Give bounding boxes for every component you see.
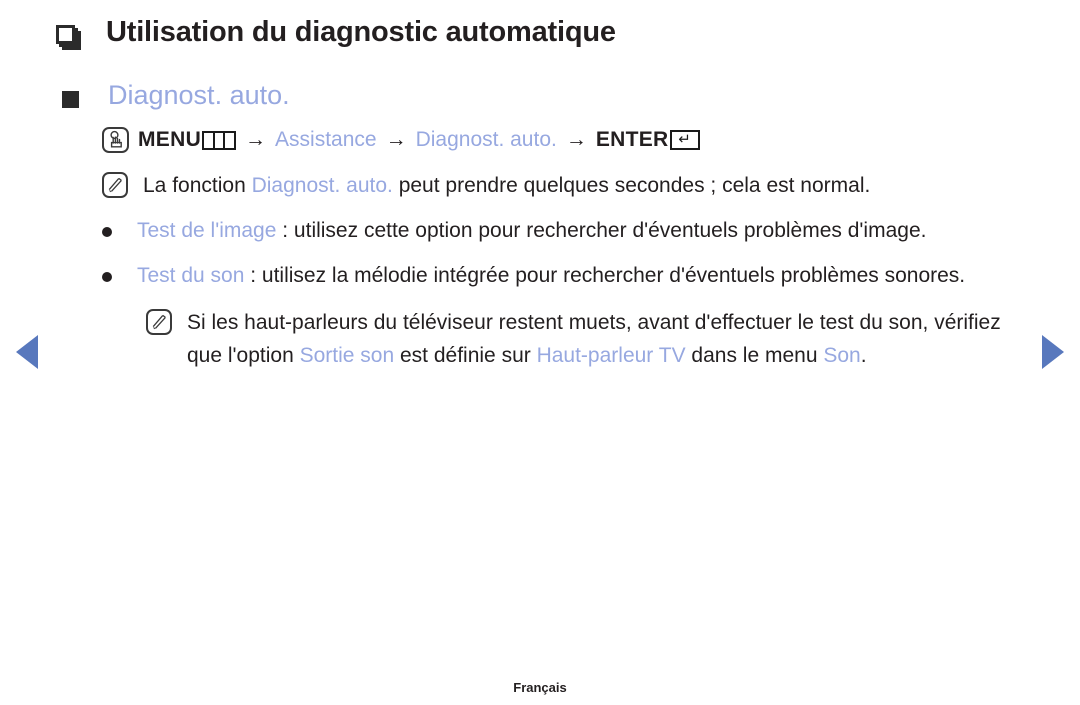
bullet-dot-icon bbox=[102, 227, 112, 237]
section-heading: Diagnost. auto. bbox=[108, 80, 290, 110]
manual-page: Utilisation du diagnostic automatique Di… bbox=[0, 0, 1080, 705]
page-content: Utilisation du diagnostic automatique Di… bbox=[0, 0, 1080, 372]
path-arrow-3: → bbox=[565, 128, 587, 151]
list-item-desc-1: : utilisez cette option pour rechercher … bbox=[276, 219, 927, 242]
list-item-desc-2: : utilisez la mélodie intégrée pour rech… bbox=[244, 264, 966, 287]
enter-label: ENTER bbox=[595, 128, 669, 151]
list-item: Test de l'image : utilisez cette option … bbox=[0, 202, 1080, 247]
filled-square-bullet-icon bbox=[62, 91, 79, 108]
list-item-term-1: Test de l'image bbox=[137, 219, 277, 242]
stacked-pages-icon bbox=[56, 25, 82, 51]
path-arrow-2: → bbox=[385, 128, 407, 151]
enter-key-glyph-icon: ↵ bbox=[669, 130, 700, 150]
page-title: Utilisation du diagnostic automatique bbox=[106, 16, 616, 48]
list-item-text: Test du son : utilisez la mélodie intégr… bbox=[137, 259, 965, 292]
list-item-term-2: Test du son bbox=[137, 264, 245, 287]
note-row: La fonction Diagnost. auto. peut prendre… bbox=[0, 155, 1080, 202]
nested-note-plain-2: est définie sur bbox=[394, 344, 537, 367]
menu-path-row: MENU → Assistance → Diagnost. auto. → EN… bbox=[0, 111, 1080, 155]
nested-note-plain-3: dans le menu bbox=[685, 344, 824, 367]
nested-note-row: Si les haut-parleurs du téléviseur reste… bbox=[0, 292, 1080, 372]
nested-note-accent-sortie-son: Sortie son bbox=[299, 344, 395, 367]
menu-path-step-assistance[interactable]: Assistance bbox=[275, 125, 377, 155]
list-item-text: Test de l'image : utilisez cette option … bbox=[137, 214, 926, 247]
menu-path-step-diagnost-auto[interactable]: Diagnost. auto. bbox=[416, 125, 557, 155]
note-text-plain-1: La fonction bbox=[143, 174, 252, 197]
bullet-dot-icon bbox=[102, 272, 112, 282]
nested-note-text: Si les haut-parleurs du téléviseur reste… bbox=[187, 306, 1020, 372]
nested-note-accent-haut-parleur-tv: Haut-parleur TV bbox=[536, 344, 686, 367]
menu-grid-glyph-icon bbox=[202, 130, 237, 150]
note-pencil-icon bbox=[146, 309, 172, 335]
nested-note-accent-son: Son bbox=[823, 344, 861, 367]
nested-note-plain-4: . bbox=[860, 344, 867, 367]
note-text-plain-2: peut prendre quelques secondes ; cela es… bbox=[392, 174, 871, 197]
menu-label: MENU bbox=[138, 128, 202, 151]
path-arrow-1: → bbox=[245, 128, 267, 151]
press-button-icon bbox=[102, 127, 129, 153]
section-heading-row: Diagnost. auto. bbox=[0, 51, 1080, 111]
page-title-row: Utilisation du diagnostic automatique bbox=[0, 0, 1080, 51]
note-pencil-icon bbox=[102, 172, 128, 198]
note-text-accent-1: Diagnost. auto. bbox=[251, 174, 393, 197]
footer-language-label: Français bbox=[513, 680, 567, 695]
list-item: Test du son : utilisez la mélodie intégr… bbox=[0, 247, 1080, 292]
note-text: La fonction Diagnost. auto. peut prendre… bbox=[143, 169, 870, 202]
